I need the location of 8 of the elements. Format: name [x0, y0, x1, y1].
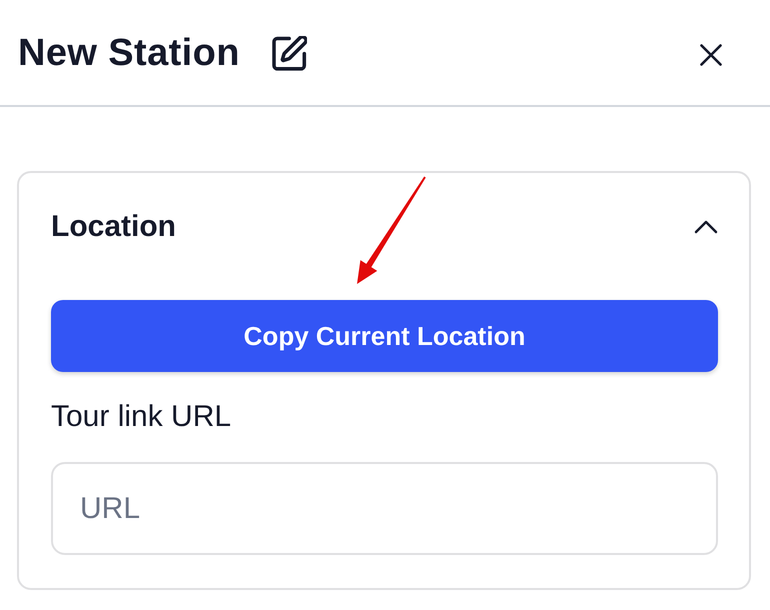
panel-title: New Station: [18, 30, 240, 74]
section-title: Location: [51, 209, 176, 245]
field-label: Tour link URL: [51, 400, 232, 434]
copy-location-button[interactable]: Copy Current Location: [51, 300, 718, 372]
chevron-up-icon[interactable]: [694, 220, 718, 234]
close-icon[interactable]: [700, 44, 722, 66]
edit-icon[interactable]: [272, 36, 307, 71]
url-field[interactable]: URL: [51, 462, 718, 555]
